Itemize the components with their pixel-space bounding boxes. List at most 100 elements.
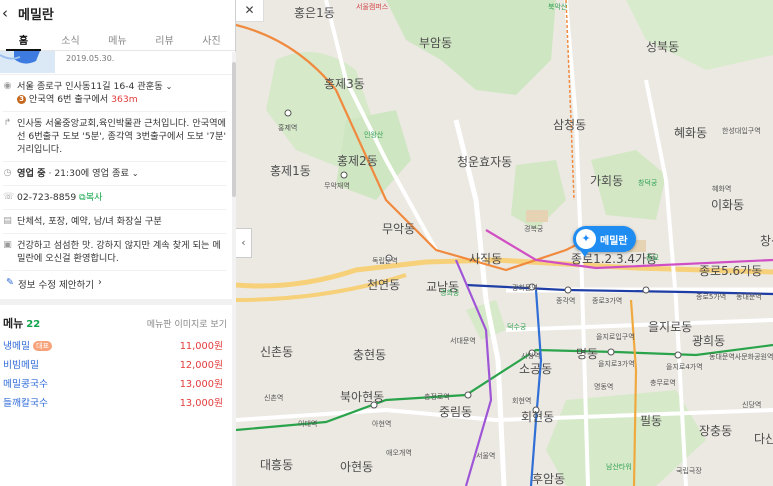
map-view[interactable]: 홍은1동 부암동 성북동 홍제3동 삼청동 혜화동 홍제2동 홍제1동 청운효자… <box>236 0 773 486</box>
map-station-label: 명동역 <box>594 383 614 391</box>
tab-menu[interactable]: 메뉴 <box>94 26 141 50</box>
map-district-label: 부암동 <box>419 36 453 50</box>
map-poi-label: 창덕궁 <box>638 179 658 187</box>
map-poi-label: 경희궁 <box>440 289 460 297</box>
news-date: 2019.05.30. <box>66 54 115 63</box>
amenities-text: 단체석, 포장, 예약, 남/녀 화장실 구분 <box>17 216 162 227</box>
amenities-row: ▤ 단체석, 포장, 예약, 남/녀 화장실 구분 <box>3 210 227 234</box>
menu-item[interactable]: 메밀콩국수 13,000원 <box>0 375 235 394</box>
map-station-label: 독립문역 <box>372 257 398 265</box>
hours-status: 영업 중 <box>17 168 46 179</box>
map-station-label: 서대문역 <box>450 337 476 345</box>
place-title: 메밀란 <box>18 7 54 23</box>
phone-icon: ☏ <box>3 192 15 202</box>
map-station-label: 회현역 <box>512 397 532 405</box>
address-row[interactable]: ◉ 서울 종로구 인사동11길 16-4 관훈동 ⌄ 3 안국역 6번 출구에서… <box>3 75 227 112</box>
map-station-label: 동대문역 <box>736 293 762 301</box>
subway-line-badge: 3 <box>17 95 26 104</box>
menu-item-name: 냉메밀 <box>3 341 31 352</box>
map-poi-label: 경복궁 <box>524 225 544 233</box>
menu-item-price: 12,000원 <box>179 360 223 371</box>
menu-label: 메뉴 <box>3 317 24 330</box>
map-station-label: 종로5가역 <box>696 293 727 301</box>
list-icon: ▤ <box>3 216 12 226</box>
subway-text: 안국역 6번 출구에서 <box>28 94 112 105</box>
map-station-label: 신당역 <box>742 401 762 409</box>
map-poi-label: 국립극장 <box>676 467 702 475</box>
map-poi-label: 서울캠퍼스 <box>356 3 389 11</box>
phone-number[interactable]: 02-723-8859 <box>17 192 76 203</box>
map-poi-label: 남산타워 <box>606 463 632 471</box>
address-text: 서울 종로구 인사동11길 16-4 관훈동 <box>17 81 163 92</box>
map-district-label: 성북동 <box>646 40 680 54</box>
menu-item[interactable]: 비빔메밀 12,000원 <box>0 356 235 375</box>
map-poi-label: 덕수궁 <box>507 323 527 331</box>
map-district-label: 사직동 <box>469 252 503 266</box>
map-district-label: 가회동 <box>590 174 624 188</box>
map-district-label: 충현동 <box>353 348 387 362</box>
map-district-label: 명동 <box>576 347 599 361</box>
map-station-label: 광화문역 <box>512 284 538 292</box>
hours-row[interactable]: ◷ 영업 중 · 21:30에 영업 종료 ⌄ <box>3 162 227 186</box>
menu-item-name: 들깨칼국수 <box>3 398 49 409</box>
map-station-label: 충무로역 <box>650 379 676 387</box>
map-district-label: 창신 <box>760 234 773 248</box>
directions-text: 인사동 서울중앙교회,육인박물관 근처입니다. 안국역에선 6번출구 도보 '5… <box>17 118 227 155</box>
tab-photos[interactable]: 사진 <box>188 26 235 50</box>
pencil-icon: ✎ <box>6 277 14 288</box>
fork-knife-icon: ✦ <box>576 229 596 249</box>
map-station-label: 이대역 <box>298 420 318 428</box>
news-preview[interactable]: 2019.05.30. <box>0 51 235 75</box>
map-station-label: 종각역 <box>556 297 576 305</box>
close-panel-button[interactable]: ✕ <box>236 0 264 22</box>
chevron-down-icon[interactable]: ⌄ <box>166 82 173 91</box>
map-station-label: 서울역 <box>476 452 496 460</box>
menu-count: 22 <box>26 319 41 330</box>
map-district-label: 홍제2동 <box>337 154 378 168</box>
map-district-label: 을지로동 <box>648 320 693 334</box>
map-station-label: 종로3가역 <box>592 297 623 305</box>
menu-item-name: 비빔메밀 <box>3 360 40 371</box>
clock-icon: ◷ <box>3 168 12 178</box>
news-thumbnail[interactable] <box>0 51 55 73</box>
map-station-label: 동대문역사문화공원역 <box>709 353 773 361</box>
map-district-label: 다산동 <box>754 432 773 446</box>
tab-reviews[interactable]: 리뷰 <box>141 26 188 50</box>
map-district-label: 광희동 <box>692 334 726 348</box>
map-poi-label: 종묘 <box>646 254 659 262</box>
map-district-label: 필동 <box>640 414 663 428</box>
map-district-label: 대흥동 <box>260 458 294 472</box>
menu-item-price: 11,000원 <box>179 341 223 352</box>
map-district-label: 아현동 <box>340 460 374 474</box>
map-district-label: 회현동 <box>521 410 555 424</box>
copy-button[interactable]: ⧉복사 <box>79 192 102 203</box>
map-district-label: 천연동 <box>367 278 401 292</box>
edit-suggestion-link[interactable]: ✎ 정보 수정 제안하기 › <box>3 271 227 299</box>
map-canvas <box>236 0 773 486</box>
place-info: ◉ 서울 종로구 인사동11길 16-4 관훈동 ⌄ 3 안국역 6번 출구에서… <box>0 75 235 299</box>
map-district-label: 홍은1동 <box>294 6 335 20</box>
document-icon: ▣ <box>3 240 12 250</box>
menu-image-link[interactable]: 메뉴판 이미지로 보기 <box>147 317 227 330</box>
collapse-panel-button[interactable]: ‹ <box>236 228 252 258</box>
location-pin-icon: ◉ <box>3 81 12 91</box>
pin-label: 메밀란 <box>600 235 628 247</box>
menu-item[interactable]: 냉메밀 대표 11,000원 <box>0 337 235 356</box>
menu-item[interactable]: 들깨칼국수 13,000원 <box>0 394 235 413</box>
menu-item-name: 메밀콩국수 <box>3 379 49 390</box>
map-station-label: 을지로3가역 <box>598 360 635 368</box>
map-district-label: 장충동 <box>699 424 733 438</box>
description-text: 건강하고 섬섬한 맛. 강하지 않지만 계속 찾게 되는 메밀란에 오신걸 환영… <box>17 240 221 264</box>
menu-header: 메뉴 22 메뉴판 이미지로 보기 <box>0 305 235 337</box>
tab-news[interactable]: 소식 <box>47 26 94 50</box>
map-district-label: 이화동 <box>711 198 745 212</box>
restaurant-map-pin[interactable]: ✦ 메밀란 <box>573 226 636 252</box>
tab-home[interactable]: 홈 <box>0 26 47 51</box>
map-district-label: 후암동 <box>532 472 566 486</box>
map-station-label: 무악재역 <box>324 182 350 190</box>
map-station-label: 홍제역 <box>278 124 298 132</box>
chevron-down-icon[interactable]: ⌄ <box>132 169 139 178</box>
back-arrow-icon[interactable]: ‹ <box>2 5 16 21</box>
map-district-label: 홍제1동 <box>270 164 311 178</box>
edit-label: 정보 수정 제안하기 <box>17 280 94 291</box>
